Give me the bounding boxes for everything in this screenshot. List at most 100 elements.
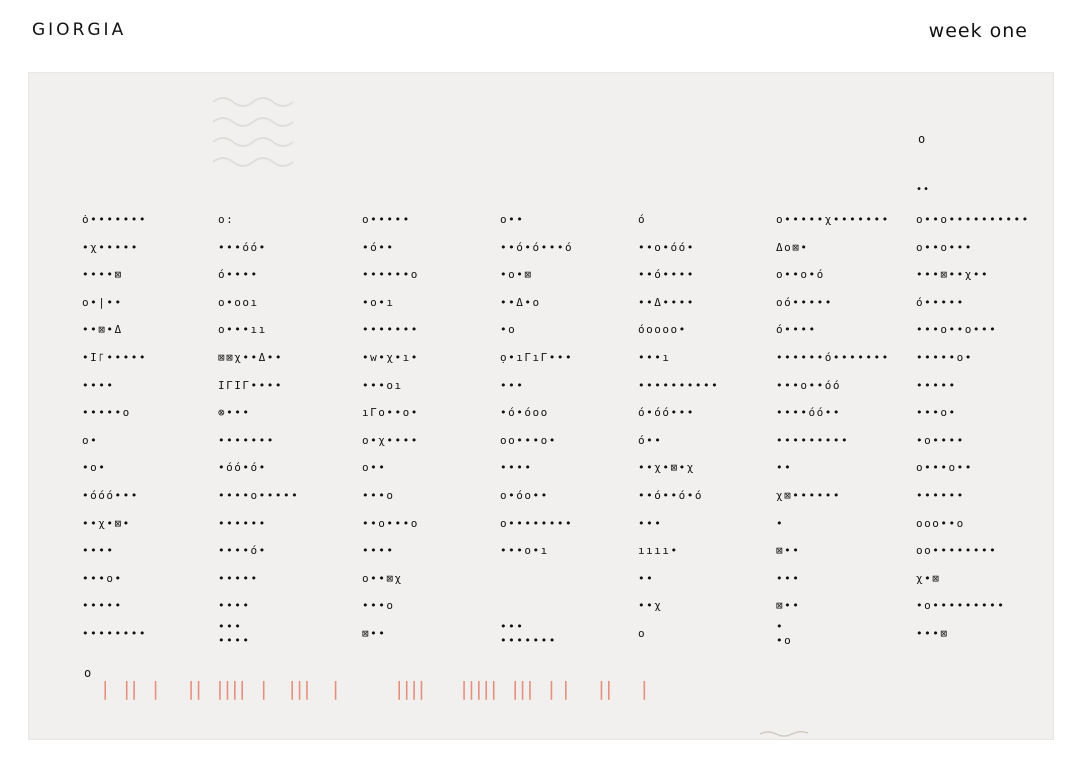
symbol-row: ••Δ•o [500,295,541,309]
pencil-scribble-mark [759,730,809,737]
symbol-row: o•óo•• [500,488,549,502]
symbol-row: •o•⊠ [500,268,533,282]
symbol-row: •••• [218,599,251,613]
symbol-row: •••óó• [218,240,267,254]
symbol-row: •••ı [638,350,671,364]
symbol-row: o•••o•• [916,461,973,475]
symbol-row: oo•••o• [500,433,557,447]
symbol-row: ıııı• [638,544,679,558]
symbol-row: o•• [500,213,525,226]
symbol-row: •••• [362,544,395,558]
column-2: o: •••óó• ó•••• o•ooı o•••ıı ⊠⊠χ••Δ•• ΙΓ… [218,206,358,650]
symbol-row: ọ•ıΓıΓ••• [500,350,574,364]
symbol-row: •••••o [82,406,131,420]
symbol-row: o•χ•••• [362,433,419,447]
symbol-row: ••Δ•••• [638,295,695,309]
symbol-row [500,592,640,620]
symbol-row: •••o••o••• [916,323,998,337]
symbol-row: ••χ•⊠•χ [638,461,695,475]
symbol-row: •w•χ•ı• [362,350,419,364]
symbol-row: χ⊠•••••• [776,488,841,502]
column-4: o•• ••ó•ó•••ó •o•⊠ ••Δ•o •o ọ•ıΓıΓ••• ••… [500,206,640,650]
symbol-row: •••o [362,599,395,613]
symbol-row: ⊠•• [362,626,387,640]
symbol-row: ⊠•• [776,544,801,558]
symbol-row: ••••• [916,378,957,392]
symbol-row: o•• [362,461,387,475]
header-week: week one [928,20,1028,42]
symbol-row: •••oı [362,378,403,392]
symbol-row: •••••o• [916,350,973,364]
symbol-row: •o•ı [362,295,395,309]
symbol-row: ••••••••• [776,433,850,447]
symbol-row: •o•••• [916,433,965,447]
symbol-row: •••• [82,544,115,558]
symbol-row: ó••••• [916,295,965,309]
symbol-row: ••••• [218,571,259,585]
symbol-row: ••••⊠ [82,268,123,282]
top-dots-mark: •• [916,184,931,195]
symbol-row: • •o [776,619,793,647]
symbol-row: •••••• [916,488,965,502]
symbol-row: o••••• [362,213,411,226]
symbol-row: ••ó••ó•ó [638,488,703,502]
symbol-row: o••o•••••••••• [916,213,1030,226]
bottom-o-mark: o [84,666,92,680]
symbol-row: ó•••• [218,268,259,282]
symbol-row: •••••• [218,516,267,530]
symbol-row: •••⊠••χ•• [916,268,990,282]
symbol-row: ••••••o [362,268,419,282]
symbol-row: •••• [500,461,533,475]
symbol-row: χ•⊠ [916,571,941,585]
symbol-row: •••• [82,378,115,392]
symbol-row: ooo••o [916,516,965,530]
symbol-row: ó•• [638,433,663,447]
symbol-row: ••••ó• [218,544,267,558]
symbol-row: ó•••• [776,323,817,337]
symbol-row: •ó•• [362,240,395,254]
symbol-row: ••ó•••• [638,268,695,282]
symbol-row: •• [638,571,655,585]
symbol-row: •••••••• [82,626,147,640]
symbol-row: o••o••• [916,240,973,254]
symbol-row: •••o••óó [776,378,841,392]
symbol-row: •ó•óoo [500,406,549,420]
symbol-row: •o [500,323,517,337]
symbol-row: ••••••• [362,323,419,337]
symbol-row: •••⊠ [916,626,949,640]
symbol-row: o [638,626,647,640]
symbol-row: ••• ••••••• [500,619,557,647]
symbol-row: o•••••χ••••••• [776,213,890,226]
symbol-row: ••• [638,516,663,530]
symbol-row: ••χ [638,599,663,613]
symbol-row: •••••••••• [638,378,720,392]
symbol-row: •óó•ó• [218,461,267,475]
column-3: o••••• •ó•• ••••••o •o•ı ••••••• •w•χ•ı•… [362,206,502,648]
symbol-row: ⊠⊠χ••Δ•• [218,350,283,364]
symbol-row: •o••••••••• [916,599,1006,613]
symbol-row: ó [638,213,647,226]
symbol-row: o•••ıı [218,323,267,337]
faint-wave-mark [212,97,294,167]
symbol-row: oó••••• [776,295,833,309]
symbol-row: ••• [776,571,801,585]
symbol-row [500,565,640,593]
symbol-row: ó•óó••• [638,406,695,420]
corner-o-mark: o [918,132,926,146]
symbol-row: o•ooı [218,295,259,309]
symbol-row: •••o• [916,406,957,420]
symbol-row: •••o•ı [500,544,549,558]
symbol-row: o•|•• [82,295,123,309]
symbol-row: •Ι꜒••••• [82,350,147,364]
symbol-row: o• [82,433,99,447]
symbol-row: oo•••••••• [916,544,998,558]
symbol-row: ••••o••••• [218,488,300,502]
column-5: ó ••o•óó• ••ó•••• ••Δ•••• óoooo• •••ı ••… [638,206,778,648]
symbol-row: ıΓo••o• [362,406,419,420]
symbol-row: •• [776,461,793,475]
symbol-row: o•••••••• [500,516,574,530]
symbol-row: ΙΓΙΓ•••• [218,378,283,392]
symbol-row: o••⊠χ [362,571,403,585]
symbol-row: o••o•ó [776,268,825,282]
symbol-row: o: [218,213,235,226]
